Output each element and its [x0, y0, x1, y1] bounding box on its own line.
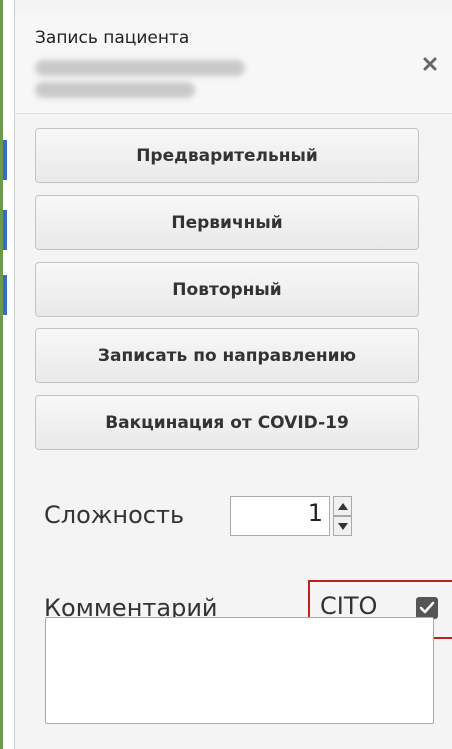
- blue-strip-mark: [3, 210, 7, 250]
- green-strip: [0, 0, 3, 749]
- spin-up-icon[interactable]: [333, 496, 352, 516]
- by-referral-button[interactable]: Записать по направлению: [35, 328, 419, 383]
- popover-header: Запись пациента: [15, 12, 452, 114]
- spin-down-icon[interactable]: [333, 516, 352, 536]
- blue-strip-mark: [3, 275, 7, 315]
- complexity-value: 1: [307, 499, 323, 527]
- cito-checkbox[interactable]: [416, 597, 438, 619]
- blue-strip-mark: [3, 140, 7, 180]
- redacted-patient-name: [35, 82, 195, 98]
- primary-button[interactable]: Первичный: [35, 195, 419, 250]
- covid-vaccination-button[interactable]: Вакцинация от COVID-19: [35, 395, 419, 450]
- complexity-spinner-input[interactable]: 1: [230, 496, 330, 536]
- comment-textarea[interactable]: [45, 617, 434, 724]
- cito-label: CITO: [320, 592, 378, 620]
- dialog-title: Запись пациента: [35, 28, 190, 48]
- close-icon[interactable]: [420, 54, 440, 74]
- preliminary-button[interactable]: Предварительный: [35, 128, 419, 183]
- complexity-label: Сложность: [44, 501, 185, 529]
- redacted-patient-name: [35, 60, 245, 76]
- page: Запись пациента Предварительный Первичны…: [0, 0, 452, 749]
- background-calendar-edge: [0, 0, 14, 749]
- checkmark-icon: [419, 601, 435, 614]
- patient-record-popover: Запись пациента Предварительный Первичны…: [14, 0, 452, 749]
- repeat-button[interactable]: Повторный: [35, 262, 419, 317]
